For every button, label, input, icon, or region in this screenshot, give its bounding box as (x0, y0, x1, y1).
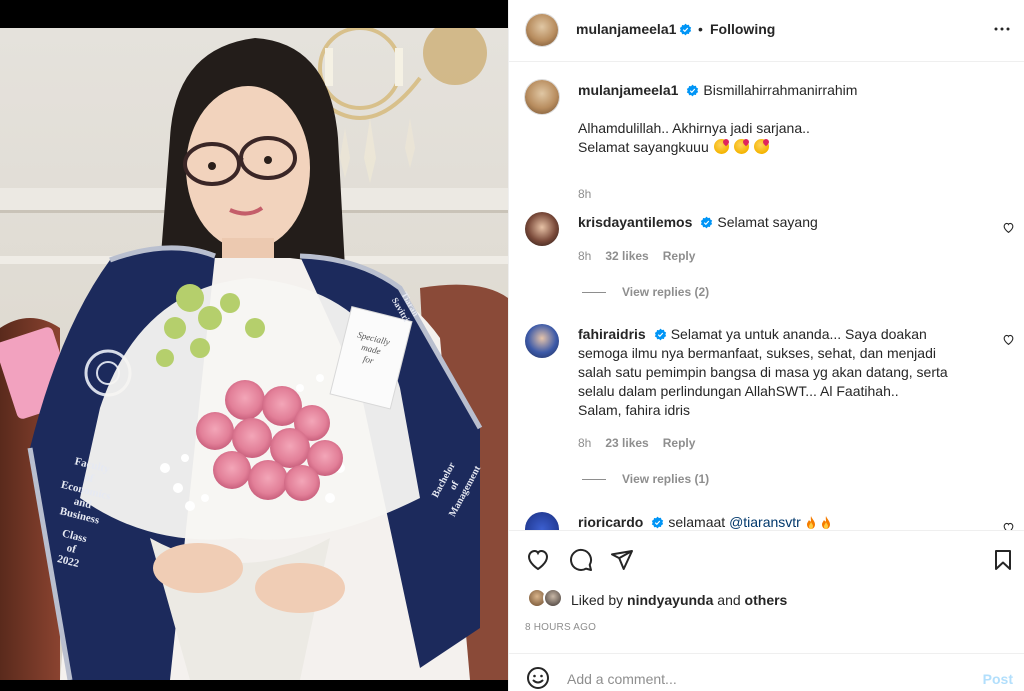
view-replies-button[interactable]: View replies (1) (582, 472, 709, 486)
commenter-avatar[interactable] (525, 512, 559, 530)
caption-meta: 8h (578, 187, 591, 201)
commenter-username[interactable]: rioricardo (578, 514, 643, 530)
comment-body: Selamat sayang (717, 214, 818, 230)
fire-emoji-icon (806, 516, 815, 529)
post-photo-area: Faculty of Economics and Business Class … (0, 0, 508, 691)
kissing-heart-emoji-icon (733, 139, 749, 154)
liked-by-line: Liked by nindyayunda and others (571, 592, 787, 608)
view-replies-label: View replies (1) (622, 472, 710, 486)
following-button[interactable]: Following (710, 21, 775, 37)
comment-body: selamaat (668, 514, 726, 530)
liker-avatar[interactable] (543, 588, 563, 608)
comment-input[interactable] (567, 667, 947, 691)
mention-link[interactable]: @tiaransvtr (729, 514, 801, 530)
commenter-avatar[interactable] (525, 212, 559, 246)
author-username[interactable]: mulanjameela1 (576, 21, 676, 37)
liked-by-prefix: Liked by (571, 592, 624, 608)
comment-body-line-2: Salam, fahira idris (578, 402, 691, 418)
more-options-icon[interactable] (993, 20, 1011, 38)
like-heart-icon[interactable] (526, 548, 550, 572)
post-image[interactable]: Faculty of Economics and Business Class … (0, 28, 508, 680)
caption-username[interactable]: mulanjameela1 (578, 82, 678, 98)
post-side-panel: mulanjameela1 • Following mulanjameela1 B… (508, 0, 1024, 691)
author-name-row: mulanjameela1 (576, 21, 692, 39)
liked-by-others[interactable]: others (745, 592, 788, 608)
post-timestamp[interactable]: 8 HOURS AGO (525, 622, 596, 633)
replies-divider (582, 479, 606, 481)
caption-line-3: Selamat sayangkuuu (578, 139, 709, 155)
kissing-heart-emoji-icon (713, 139, 729, 154)
comment-text: rioricardo selamaat @tiaransvtr (578, 513, 973, 530)
header-separator: • (698, 21, 703, 37)
reply-button[interactable]: Reply (663, 436, 696, 450)
caption-author-avatar[interactable] (525, 80, 559, 114)
caption-line-2: Alhamdulillah.. Akhirnya jadi sarjana.. (578, 120, 810, 136)
emoji-smiley-icon[interactable] (526, 666, 550, 690)
comment-meta: 8h 32 likes Reply (578, 249, 695, 263)
comments-list[interactable]: mulanjameela1 Bismillahirrahmanirrahim Al… (509, 63, 1024, 530)
caption-line-3-row: Selamat sayangkuuu (578, 138, 973, 157)
commenter-avatar[interactable] (525, 324, 559, 358)
post-header: mulanjameela1 • Following (509, 0, 1024, 62)
verified-badge-icon (652, 516, 664, 529)
add-comment-bar: Post (509, 653, 1024, 691)
comment-likes[interactable]: 23 likes (605, 436, 648, 450)
share-paper-plane-icon[interactable] (610, 548, 634, 572)
comment-text: krisdayantilemos Selamat sayang (578, 213, 973, 232)
comment-text: fahiraidris Selamat ya untuk ananda... Sa… (578, 325, 973, 420)
verified-badge-icon (701, 216, 713, 229)
caption-text: mulanjameela1 Bismillahirrahmanirrahim Al… (578, 81, 973, 157)
comment-meta: 8h 23 likes Reply (578, 436, 695, 450)
liked-by-and: and (717, 592, 741, 608)
caption-line-1: Bismillahirrahmanirrahim (703, 82, 858, 98)
commenter-username[interactable]: fahiraidris (578, 326, 646, 342)
commenter-username[interactable]: krisdayantilemos (578, 214, 692, 230)
comment-bubble-icon[interactable] (569, 548, 593, 572)
save-bookmark-icon[interactable] (991, 548, 1015, 572)
verified-badge-icon (654, 328, 666, 341)
view-replies-button[interactable]: View replies (2) (582, 285, 709, 299)
caption-time[interactable]: 8h (578, 187, 591, 201)
liked-by-user[interactable]: nindyayunda (627, 592, 713, 608)
like-comment-heart-icon[interactable] (1002, 221, 1015, 234)
reply-button[interactable]: Reply (663, 249, 696, 263)
comment-likes[interactable]: 32 likes (605, 249, 648, 263)
author-avatar[interactable] (526, 14, 558, 46)
verified-badge-icon (680, 23, 692, 36)
replies-divider (582, 292, 606, 294)
view-replies-label: View replies (2) (622, 285, 710, 299)
comment-time[interactable]: 8h (578, 436, 591, 450)
kissing-heart-emoji-icon (753, 139, 769, 154)
like-comment-heart-icon[interactable] (1002, 333, 1015, 346)
graduation-photo-illustration (0, 28, 508, 680)
like-comment-heart-icon[interactable] (1002, 521, 1015, 530)
fire-emoji-icon (821, 516, 830, 529)
comment-time[interactable]: 8h (578, 249, 591, 263)
verified-badge-icon (687, 84, 699, 97)
post-comment-button[interactable]: Post (983, 671, 1013, 687)
